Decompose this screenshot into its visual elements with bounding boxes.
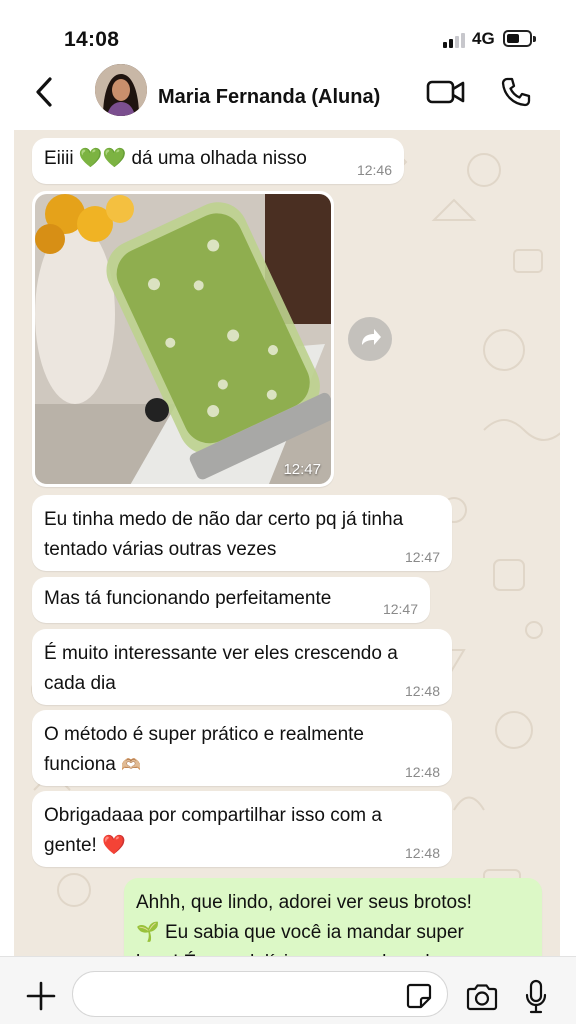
microphone-button[interactable] (524, 979, 548, 1015)
avatar[interactable] (95, 64, 147, 116)
battery-tip (533, 36, 536, 42)
incoming-message[interactable]: Obrigadaaa por compartilhar isso com a g… (32, 791, 452, 867)
message-text: bem! É uma delícia acompanhar eles (136, 948, 530, 956)
message-time: 12:46 (356, 162, 392, 178)
sprouts-photo[interactable]: 12:47 (35, 194, 331, 484)
signal-icon (443, 32, 467, 48)
chat-area[interactable]: Eiiii 💚💚 dá uma olhada nisso 12:46 12:47… (14, 130, 560, 956)
image-message[interactable]: 12:47 (32, 191, 334, 487)
message-text: Mas tá funcionando perfeitamente (44, 588, 332, 609)
avatar-image (95, 64, 147, 116)
battery-icon (503, 30, 532, 47)
seedling-emoji: 🌱 (136, 922, 160, 943)
sticker-button[interactable] (406, 983, 432, 1009)
forward-arrow-icon (362, 329, 381, 345)
video-camera-icon (426, 80, 465, 104)
message-time: 12:47 (382, 601, 418, 617)
status-time: 14:08 (64, 28, 120, 51)
message-time: 12:48 (404, 845, 440, 861)
incoming-message[interactable]: Eiiii 💚💚 dá uma olhada nisso 12:46 (32, 138, 404, 184)
outgoing-message[interactable]: Ahhh, que lindo, adorei ver seus brotos!… (124, 878, 542, 956)
green-hearts-emoji: 💚💚 (78, 148, 127, 169)
camera-button[interactable] (465, 983, 499, 1011)
incoming-message[interactable]: É muito interessante ver eles crescendo … (32, 629, 452, 705)
heart-hands-emoji: 🫶🏼 (121, 757, 142, 774)
message-text: O método é super prático e realmente fun… (44, 724, 365, 775)
input-bar (0, 956, 576, 1024)
back-button[interactable] (28, 74, 64, 110)
chat-header: Maria Fernanda (Aluna) (0, 60, 576, 130)
microphone-icon (525, 979, 547, 1014)
chevron-left-icon (36, 77, 52, 107)
attach-button[interactable] (24, 979, 58, 1013)
sprouts-jar-image (35, 194, 331, 484)
message-text: É muito interessante ver eles crescendo … (44, 643, 398, 694)
incoming-message[interactable]: Eu tinha medo de não dar certo pq já tin… (32, 495, 452, 571)
contact-name[interactable]: Maria Fernanda (Aluna) (158, 86, 380, 109)
phone-icon (501, 77, 531, 107)
network-label: 4G (472, 29, 495, 48)
video-call-button[interactable] (426, 78, 466, 106)
voice-call-button[interactable] (500, 76, 532, 108)
message-time: 12:48 (404, 764, 440, 780)
chat-screen: 14:08 4G Maria Fernanda (Aluna) Eiiii 💚💚… (0, 0, 576, 1024)
message-text: Eu sabia que você ia mandar super (164, 922, 464, 943)
message-time: 12:47 (283, 461, 321, 478)
camera-icon (466, 984, 498, 1011)
red-heart-emoji: ❤️ (102, 835, 126, 856)
message-text-line: 🌱 Eu sabia que você ia mandar super (136, 918, 530, 948)
message-text-wrap: Obrigadaaa por compartilhar isso com a g… (44, 801, 424, 861)
forward-button[interactable] (348, 317, 392, 361)
message-input[interactable] (72, 971, 448, 1017)
plus-icon (26, 981, 56, 1011)
message-text-wrap: O método é super prático e realmente fun… (44, 720, 414, 781)
message-text: dá uma olhada nisso (131, 148, 307, 169)
status-bar: 14:08 4G (0, 0, 576, 60)
message-text: Eu tinha medo de não dar certo pq já tin… (44, 509, 404, 560)
message-text: Ahhh, que lindo, adorei ver seus brotos! (136, 892, 472, 913)
message-time: 12:48 (404, 683, 440, 699)
message-text: Eiiii (44, 148, 74, 169)
incoming-message[interactable]: Mas tá funcionando perfeitamente 12:47 (32, 577, 430, 623)
message-text: Obrigadaaa por compartilhar isso com a g… (44, 805, 382, 856)
message-time: 12:47 (404, 549, 440, 565)
sticker-icon (406, 983, 432, 1009)
incoming-message[interactable]: O método é super prático e realmente fun… (32, 710, 452, 786)
